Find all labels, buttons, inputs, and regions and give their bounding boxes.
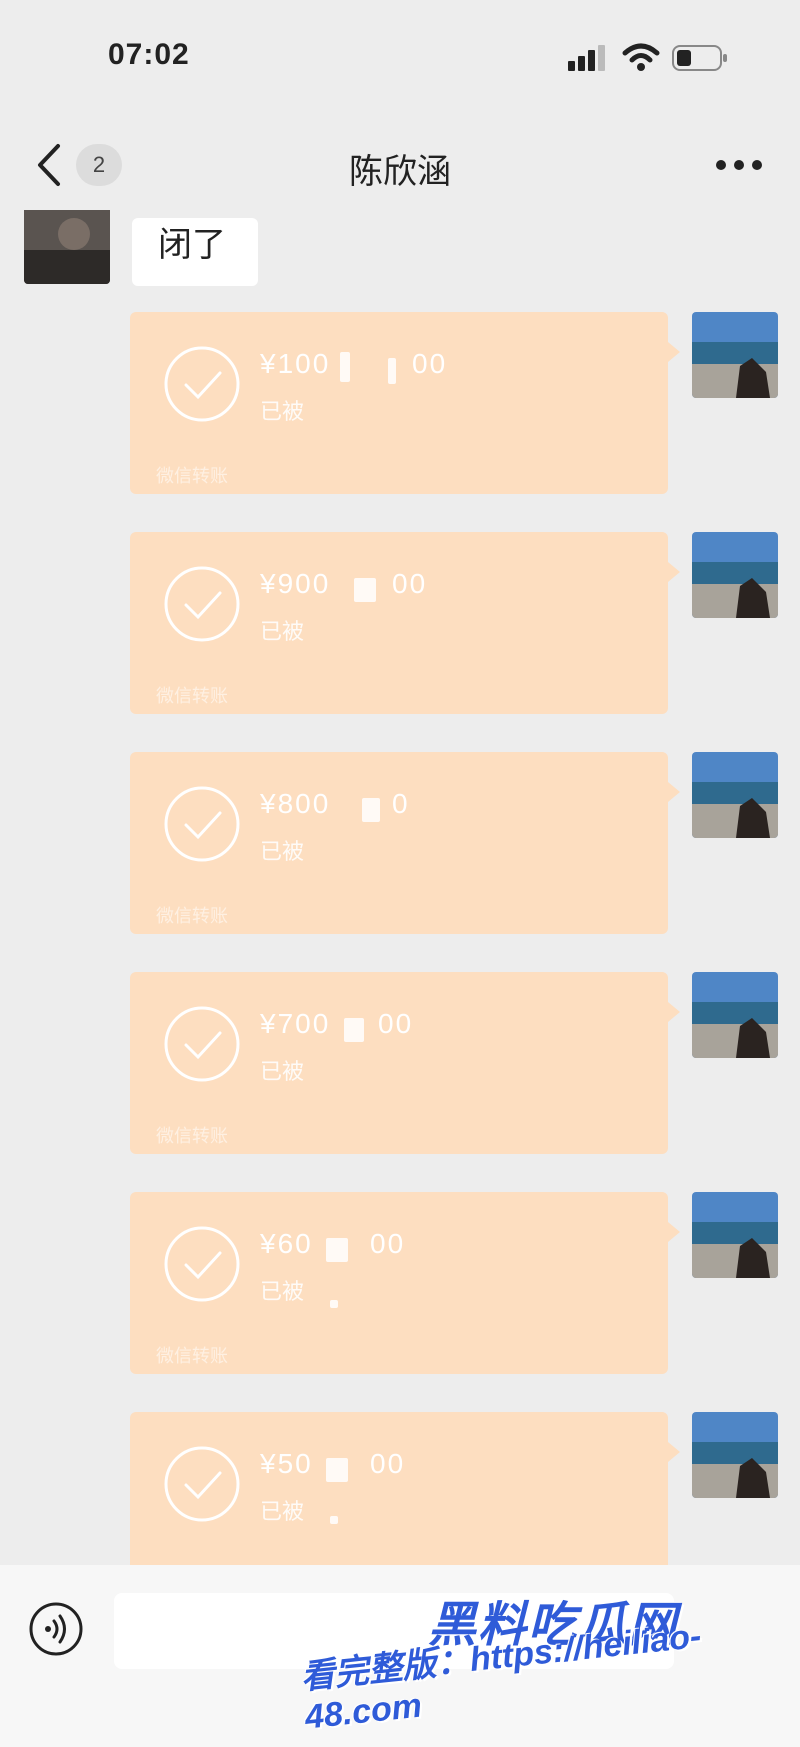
- status-time: 07:02: [108, 38, 190, 71]
- redaction: [388, 358, 396, 384]
- more-icon[interactable]: [714, 158, 764, 172]
- transfer-status: 已被: [260, 399, 305, 424]
- chat-header: 2 陈欣涵: [0, 120, 800, 210]
- my-avatar[interactable]: [692, 312, 778, 398]
- incoming-message[interactable]: 闭了: [132, 218, 258, 286]
- transfer-status: 已被: [260, 1059, 305, 1084]
- my-avatar[interactable]: [692, 972, 778, 1058]
- transfer-card[interactable]: ¥900 00 已被 微信转账: [130, 532, 680, 714]
- transfer-amount: ¥50: [260, 1448, 313, 1479]
- transfer-card[interactable]: ¥60 00 已被 微信转账: [130, 1192, 680, 1374]
- contact-avatar[interactable]: [24, 210, 110, 284]
- redaction: [344, 1018, 364, 1042]
- transfer-label: 微信转账: [156, 466, 228, 486]
- transfer-label: 微信转账: [156, 1346, 228, 1366]
- wifi-icon: [622, 43, 660, 71]
- message-list[interactable]: 闭了 ¥100 00 已被 微信转账 ¥900 00 已被 微信转账 ¥800 …: [0, 210, 800, 1565]
- transfer-label: 微信转账: [156, 1126, 228, 1146]
- transfer-amount-tail: 00: [378, 1008, 414, 1039]
- transfer-status: 已被: [260, 1499, 305, 1524]
- my-avatar[interactable]: [692, 1192, 778, 1278]
- transfer-amount: ¥60: [260, 1228, 313, 1259]
- transfer-amount: ¥100: [260, 348, 331, 379]
- check-icon: [164, 1446, 240, 1522]
- transfer-amount: ¥900: [260, 568, 331, 599]
- redaction: [326, 1458, 348, 1482]
- chat-title: 陈欣涵: [349, 153, 451, 191]
- check-icon: [164, 1006, 240, 1082]
- my-avatar[interactable]: [692, 1412, 778, 1498]
- my-avatar[interactable]: [692, 532, 778, 618]
- transfer-status: 已被: [260, 619, 305, 644]
- redaction: [326, 1238, 348, 1262]
- redaction: [362, 798, 380, 822]
- signal-icon: [568, 45, 605, 71]
- voice-icon[interactable]: [28, 1601, 84, 1657]
- transfer-card[interactable]: ¥700 00 已被 微信转账: [130, 972, 680, 1154]
- transfer-card[interactable]: ¥100 00 已被 微信转账: [130, 312, 680, 494]
- transfer-status: 已被: [260, 839, 305, 864]
- status-bar: 07:02: [0, 0, 800, 110]
- check-icon: [164, 786, 240, 862]
- check-icon: [164, 1226, 240, 1302]
- redaction: [340, 352, 350, 382]
- transfer-amount: ¥800: [260, 788, 331, 819]
- check-icon: [164, 346, 240, 422]
- transfer-amount: ¥700: [260, 1008, 331, 1039]
- my-avatar[interactable]: [692, 752, 778, 838]
- transfer-amount-tail: 00: [412, 348, 448, 379]
- transfer-amount-tail: 0: [392, 788, 410, 819]
- transfer-card[interactable]: ¥800 0 已被 微信转账: [130, 752, 680, 934]
- redaction: [354, 578, 376, 602]
- redaction: [330, 1516, 338, 1524]
- transfer-label: 微信转账: [156, 906, 228, 926]
- transfer-amount-tail: 00: [370, 1228, 406, 1259]
- transfer-amount-tail: 00: [370, 1448, 406, 1479]
- check-icon: [164, 566, 240, 642]
- transfer-status: 已被: [260, 1279, 305, 1304]
- transfer-amount-tail: 00: [392, 568, 428, 599]
- battery-icon: [672, 45, 727, 71]
- transfer-label: 微信转账: [156, 686, 228, 706]
- transfer-card[interactable]: ¥50 00 已被: [130, 1412, 680, 1565]
- redaction: [330, 1300, 338, 1308]
